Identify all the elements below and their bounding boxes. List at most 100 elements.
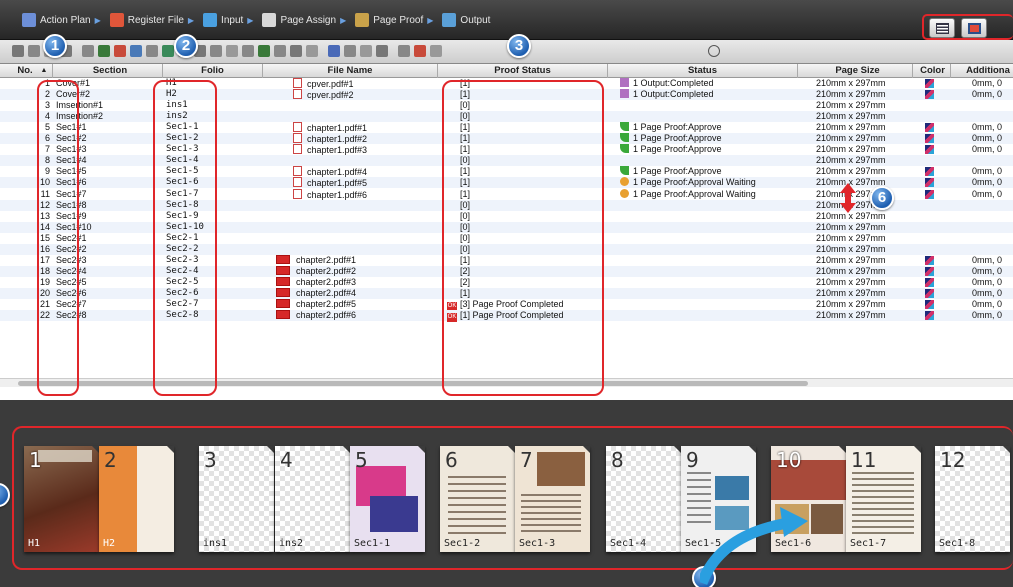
toolbar-tool-icon[interactable] <box>242 45 254 57</box>
text-line <box>852 526 914 528</box>
additional-cell: 0mm, 0 <box>972 122 1003 133</box>
text-line <box>448 511 506 513</box>
color-swatch-icon <box>925 277 934 287</box>
column-separator[interactable] <box>912 64 913 78</box>
scrollbar-thumb[interactable] <box>18 381 808 386</box>
toolbar-tool-icon[interactable] <box>28 45 40 57</box>
page-size-cell: 210mm x 297mm <box>816 122 886 133</box>
column-header-page-size[interactable]: Page Size <box>800 65 915 76</box>
page-spread[interactable]: 12 Sec1-8 <box>935 446 1010 552</box>
toolbar-tool-icon[interactable] <box>328 45 340 57</box>
column-header-color[interactable]: Color <box>915 65 950 76</box>
sort-ascending-icon[interactable]: ▲ <box>38 67 50 74</box>
color-swatch-icon <box>925 189 934 199</box>
toolbar-tool-icon[interactable] <box>114 45 126 57</box>
output-icon <box>620 89 629 99</box>
column-separator[interactable] <box>797 64 798 78</box>
page-spread[interactable]: 3 ins1 <box>199 446 274 552</box>
thumbnail-view-icon <box>968 23 981 34</box>
page-thumbnail[interactable]: 2 H2 <box>99 446 174 552</box>
column-header-file-name[interactable]: File Name <box>265 65 435 76</box>
toolbar-tool-icon[interactable] <box>210 45 222 57</box>
page-thumbnail[interactable]: 3 ins1 <box>199 446 274 552</box>
toolbar-tool-icon[interactable] <box>274 45 286 57</box>
workflow-step-page-proof[interactable]: Page Proof ▶ <box>355 13 433 27</box>
page-thumbnail[interactable]: 4 ins2 <box>275 446 350 552</box>
workflow-step-label: Input <box>221 14 244 26</box>
column-header-status[interactable]: Status <box>610 65 795 76</box>
pdf-file-icon <box>276 265 290 275</box>
page-thumbnail[interactable]: 8 Sec1-4 <box>606 446 681 552</box>
text-line <box>687 479 711 481</box>
page-folio: ins2 <box>279 538 304 549</box>
list-view-button[interactable] <box>929 18 955 38</box>
text-line <box>852 478 914 480</box>
toolbar-tool-icon[interactable] <box>12 45 24 57</box>
additional-cell: 0mm, 0 <box>972 166 1003 177</box>
page-thumbnail[interactable]: 11 Sec1-7 <box>846 446 921 552</box>
status-cell: 1 Output:Completed <box>620 89 714 100</box>
text-line <box>852 514 914 516</box>
column-header-proof-status[interactable]: Proof Status <box>440 65 605 76</box>
page-folio: Sec1-8 <box>939 538 976 549</box>
toolbar-tool-icon[interactable] <box>130 45 142 57</box>
column-separator[interactable] <box>262 64 263 78</box>
toolbar-tool-icon[interactable] <box>82 45 94 57</box>
workflow-step-label: Action Plan <box>40 14 91 26</box>
help-icon[interactable] <box>708 45 720 57</box>
page-thumbnail[interactable]: 6 Sec1-2 <box>440 446 515 552</box>
workflow-step-action-plan[interactable]: Action Plan ▶ <box>22 13 101 27</box>
toolbar-tool-icon[interactable] <box>360 45 372 57</box>
column-separator[interactable] <box>52 64 53 78</box>
file-name: cpver.pdf#2 <box>307 90 354 101</box>
callout-3: 3 <box>507 34 531 58</box>
action-plan-icon <box>22 13 36 27</box>
toolbar-tool-icon[interactable] <box>290 45 302 57</box>
page-folio: Sec1-4 <box>610 538 647 549</box>
workflow-step-label: Page Proof <box>373 14 424 26</box>
text-line <box>448 497 506 499</box>
page-spread[interactable]: 1 H1 2 H2 <box>24 446 174 552</box>
column-header-section[interactable]: Section <box>55 65 165 76</box>
status-text: 1 Page Proof:Approve <box>633 133 722 144</box>
page-thumbnail[interactable]: 1 H1 <box>24 446 99 552</box>
toolbar-tool-icon[interactable] <box>398 45 410 57</box>
file-name: cpver.pdf#1 <box>307 79 354 89</box>
chevron-right-icon: ▶ <box>340 15 347 25</box>
text-line <box>448 518 506 520</box>
page-number: 4 <box>280 448 293 472</box>
column-separator[interactable] <box>607 64 608 78</box>
page-spread[interactable]: 6 Sec1-2 7 Sec1-3 <box>440 446 590 552</box>
toolbar-tool-icon[interactable] <box>146 45 158 57</box>
workflow-step-input[interactable]: Input ▶ <box>203 13 253 27</box>
toolbar-tool-icon[interactable] <box>430 45 442 57</box>
thumbnail-view-button[interactable] <box>961 18 987 38</box>
page-thumbnail[interactable]: 7 Sec1-3 <box>515 446 590 552</box>
workflow-step-register-file[interactable]: Register File ▶ <box>109 13 194 27</box>
status-cell: 1 Page Proof:Approve <box>620 133 722 144</box>
page-folio: Sec1-1 <box>354 538 391 549</box>
toolbar-tool-icon[interactable] <box>98 45 110 57</box>
color-swatch-icon <box>925 79 934 88</box>
toolbar-tool-icon[interactable] <box>226 45 238 57</box>
toolbar-tool-icon[interactable] <box>162 45 174 57</box>
page-thumbnail[interactable]: 12 Sec1-8 <box>935 446 1010 552</box>
page-thumbnail[interactable]: 5 Sec1-1 <box>350 446 425 552</box>
pdf-file-icon <box>293 166 302 177</box>
toolbar-tool-icon[interactable] <box>344 45 356 57</box>
column-header-folio[interactable]: Folio <box>165 65 260 76</box>
toolbar-tool-icon[interactable] <box>414 45 426 57</box>
column-separator[interactable] <box>950 64 951 78</box>
file-name-cell: chapter2.pdf#4 <box>276 287 356 299</box>
page-folio: Sec1-7 <box>850 538 887 549</box>
toolbar-tool-icon[interactable] <box>376 45 388 57</box>
status-cell: 1 Page Proof:Approval Waiting <box>620 188 756 200</box>
workflow-step-page-assign[interactable]: Page Assign ▶ <box>262 13 346 27</box>
column-separator[interactable] <box>437 64 438 78</box>
toolbar-tool-icon[interactable] <box>306 45 318 57</box>
column-header-additiona[interactable]: Additiona <box>953 65 1013 76</box>
page-spread[interactable]: 4 ins2 5 Sec1-1 <box>275 446 425 552</box>
workflow-step-output[interactable]: Output <box>442 13 490 27</box>
column-separator[interactable] <box>162 64 163 78</box>
toolbar-tool-icon[interactable] <box>258 45 270 57</box>
